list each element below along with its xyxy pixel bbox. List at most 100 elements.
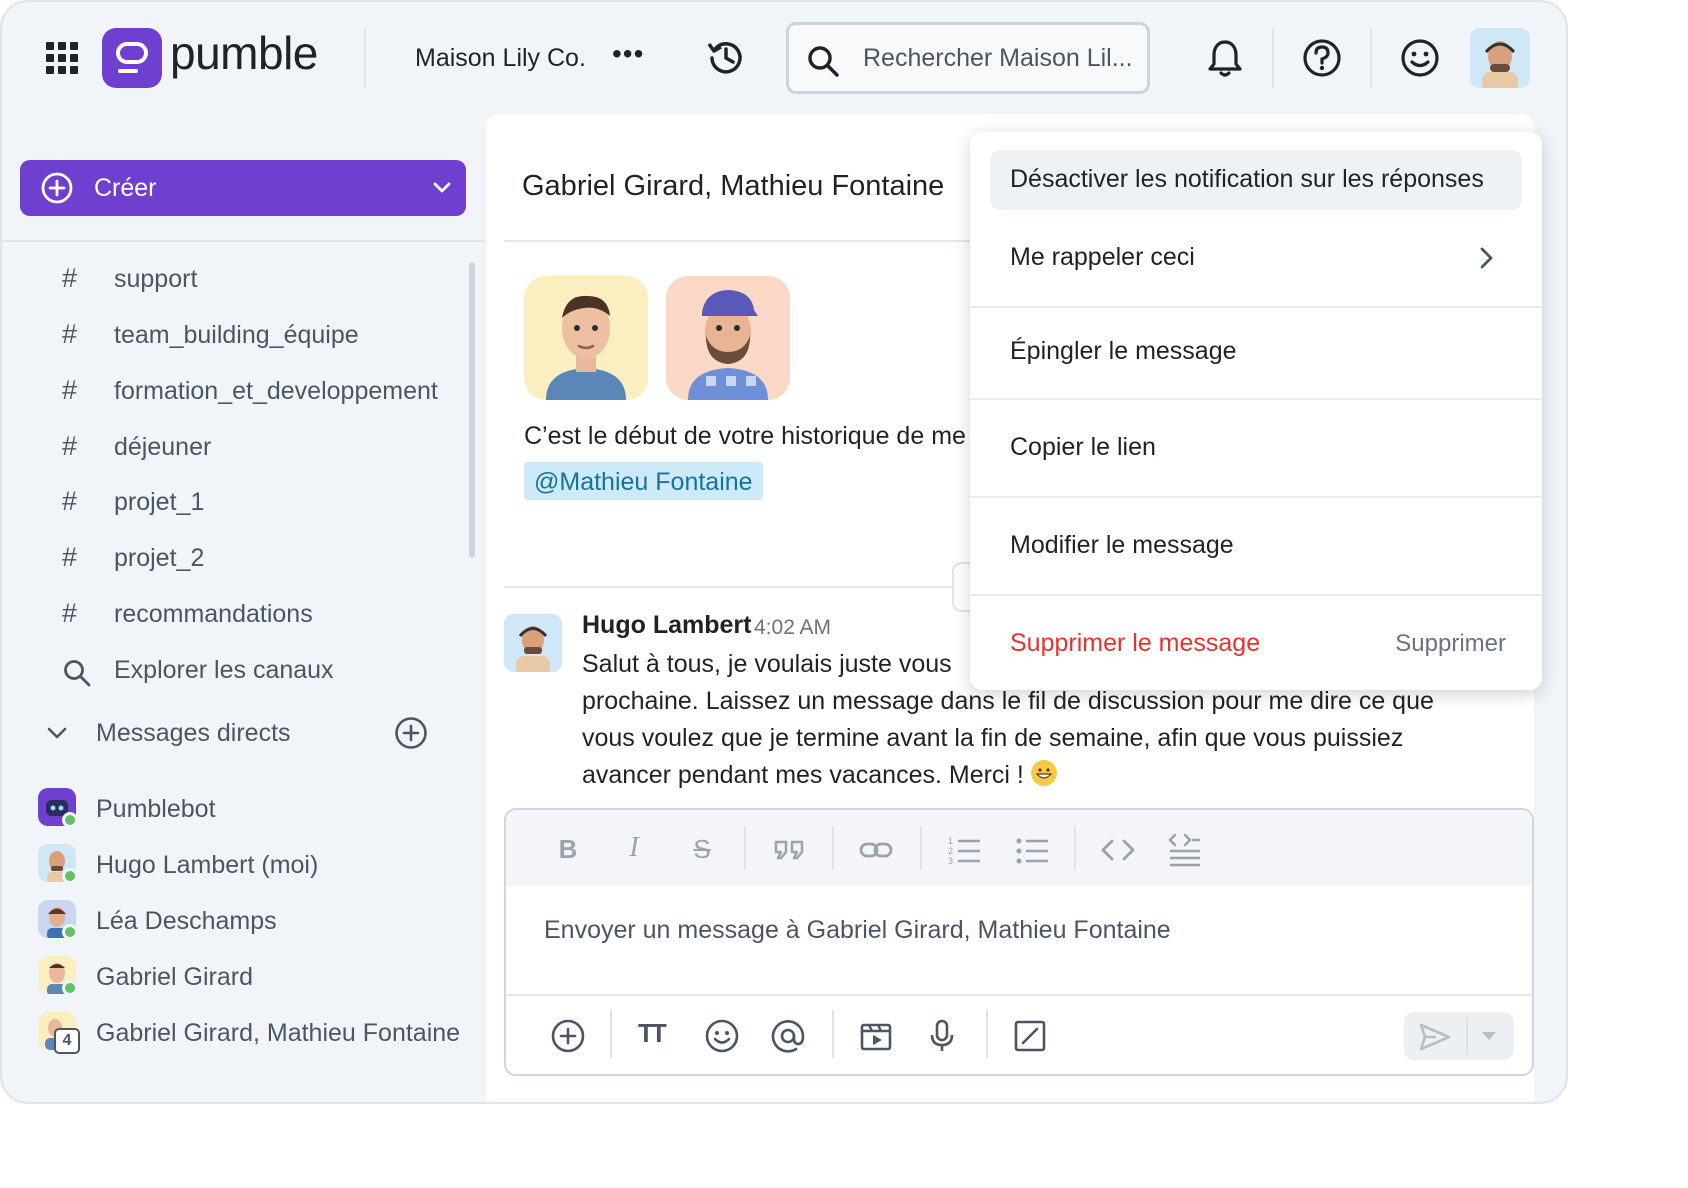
channel-name: projet_1 <box>114 488 205 516</box>
dm-item-hugo-lambert[interactable]: Hugo Lambert (moi) <box>38 842 478 886</box>
divider <box>920 826 922 870</box>
online-status <box>62 868 78 884</box>
message-author[interactable]: Hugo Lambert <box>582 611 751 640</box>
explore-label: Explorer les canaux <box>114 656 334 684</box>
message-author-avatar[interactable] <box>504 614 562 672</box>
workspace-name[interactable]: Maison Lily Co. <box>415 44 586 73</box>
text-size-button[interactable]: TT <box>638 1018 674 1054</box>
app-window: pumble Maison Lily Co. ••• Rechercher Ma… <box>0 0 1568 1104</box>
search-input[interactable] <box>863 39 1143 77</box>
divider <box>1074 826 1076 870</box>
sidebar-channel-projet-1[interactable]: # projet_1 <box>60 482 460 522</box>
dm-name: Gabriel Girard <box>96 963 253 991</box>
channel-name: déjeuner <box>114 433 212 461</box>
explore-channels-link[interactable]: Explorer les canaux <box>60 650 460 690</box>
search-box[interactable] <box>786 22 1150 94</box>
bell-icon[interactable] <box>1206 38 1244 78</box>
dm-item-pumblebot[interactable]: Pumblebot <box>38 786 478 830</box>
participant-avatar-mathieu[interactable] <box>666 276 790 400</box>
message-composer: B I S 1 2 3 Envoyer un message à Gabriel… <box>504 808 1534 1076</box>
message-timestamp[interactable]: 4:02 AM <box>754 616 831 640</box>
microphone-icon[interactable] <box>924 1018 960 1054</box>
member-count-badge: 4 <box>54 1028 80 1054</box>
channel-name: support <box>114 265 198 293</box>
chevron-down-icon[interactable] <box>46 724 68 744</box>
sidebar-scrollbar[interactable] <box>469 262 475 558</box>
menu-item-label: Épingler le message <box>1010 337 1237 365</box>
sidebar-channel-support[interactable]: # support <box>60 259 460 299</box>
menu-item-label: Me rappeler ceci <box>1010 243 1195 271</box>
menu-item-disable-reply-notifications[interactable]: Désactiver les notification sur les répo… <box>990 150 1522 210</box>
channel-name: recommandations <box>114 600 313 628</box>
mention-icon[interactable] <box>770 1018 806 1054</box>
search-icon <box>808 46 839 77</box>
user-avatar[interactable] <box>1470 28 1530 88</box>
italic-button[interactable]: I <box>616 832 652 868</box>
divider <box>986 1010 988 1058</box>
ordered-list-icon[interactable]: 1 2 3 <box>946 832 982 868</box>
online-status <box>62 812 78 828</box>
bullet-list-icon[interactable] <box>1014 832 1050 868</box>
strikethrough-button[interactable]: S <box>684 834 720 870</box>
participant-avatar-gabriel[interactable] <box>524 276 648 400</box>
caret-down-icon[interactable] <box>1480 1030 1498 1042</box>
svg-text:3: 3 <box>948 856 953 866</box>
dm-item-group-conversation[interactable]: 4 Gabriel Girard, Mathieu Fontaine <box>38 1010 478 1054</box>
hash-icon: # <box>62 375 78 405</box>
svg-text:2: 2 <box>948 846 953 856</box>
conversation-title[interactable]: Gabriel Girard, Mathieu Fontaine <box>522 170 944 203</box>
online-status <box>62 924 78 940</box>
sidebar-channel-recommandations[interactable]: # recommandations <box>60 594 460 634</box>
sidebar-channel-team-building[interactable]: # team_building_équipe <box>60 315 460 355</box>
menu-divider <box>970 398 1542 400</box>
menu-item-pin-message[interactable]: Épingler le message <box>990 322 1522 382</box>
add-direct-message-icon[interactable] <box>394 716 428 750</box>
sidebar-channel-formation[interactable]: # formation_et_developpement <box>60 371 460 411</box>
menu-item-copy-link[interactable]: Copier le lien <box>990 418 1522 478</box>
divider <box>832 826 834 870</box>
create-button[interactable]: Créer <box>20 160 466 216</box>
hash-icon: # <box>62 431 78 461</box>
sidebar-channel-dejeuner[interactable]: # déjeuner <box>60 427 460 467</box>
menu-item-remind-me[interactable]: Me rappeler ceci <box>990 228 1522 288</box>
add-attachment-icon[interactable] <box>550 1018 586 1054</box>
quote-icon[interactable] <box>772 832 808 868</box>
emoji-icon[interactable] <box>704 1018 740 1054</box>
bold-button[interactable]: B <box>550 834 586 870</box>
search-icon <box>64 660 91 687</box>
message-input[interactable] <box>544 916 1504 976</box>
dm-item-gabriel-girard[interactable]: Gabriel Girard <box>38 954 478 998</box>
video-clip-icon[interactable] <box>858 1018 894 1054</box>
code-block-icon[interactable] <box>1166 832 1202 868</box>
help-icon[interactable] <box>1302 38 1342 78</box>
link-icon[interactable] <box>858 832 894 868</box>
sidebar-channel-projet-2[interactable]: # projet_2 <box>60 538 460 578</box>
menu-item-delete-message[interactable]: Supprimer le message Supprimer <box>990 614 1522 674</box>
menu-divider <box>970 496 1542 498</box>
hash-icon: # <box>62 542 78 572</box>
workspace-more-button[interactable]: ••• <box>612 38 644 70</box>
direct-messages-header: Messages directs <box>46 714 446 754</box>
message-line-text: avancer pendant mes vacances. Merci ! <box>582 761 1024 789</box>
send-icon[interactable] <box>1418 1022 1452 1052</box>
menu-divider <box>970 594 1542 596</box>
slash-command-icon[interactable] <box>1012 1018 1048 1054</box>
smile-icon[interactable] <box>1400 38 1440 78</box>
mention-chip[interactable]: @Mathieu Fontaine <box>524 462 763 500</box>
dm-item-lea-deschamps[interactable]: Léa Deschamps <box>38 898 478 942</box>
apps-grid-icon[interactable] <box>46 42 78 74</box>
code-icon[interactable] <box>1100 832 1136 868</box>
history-icon[interactable] <box>704 36 748 80</box>
top-bar: pumble Maison Lily Co. ••• <box>2 2 1566 114</box>
channel-name: formation_et_developpement <box>114 377 438 405</box>
dm-name: Léa Deschamps <box>96 907 277 935</box>
menu-item-edit-message[interactable]: Modifier le message <box>990 516 1522 576</box>
svg-text:1: 1 <box>948 836 953 846</box>
brand-name: pumble <box>170 27 318 79</box>
menu-item-label: Modifier le message <box>1010 531 1234 559</box>
divider <box>744 826 746 870</box>
divider <box>1272 28 1274 88</box>
divider <box>506 994 1532 996</box>
send-button-group <box>1404 1012 1514 1060</box>
menu-item-label: Copier le lien <box>1010 433 1156 461</box>
